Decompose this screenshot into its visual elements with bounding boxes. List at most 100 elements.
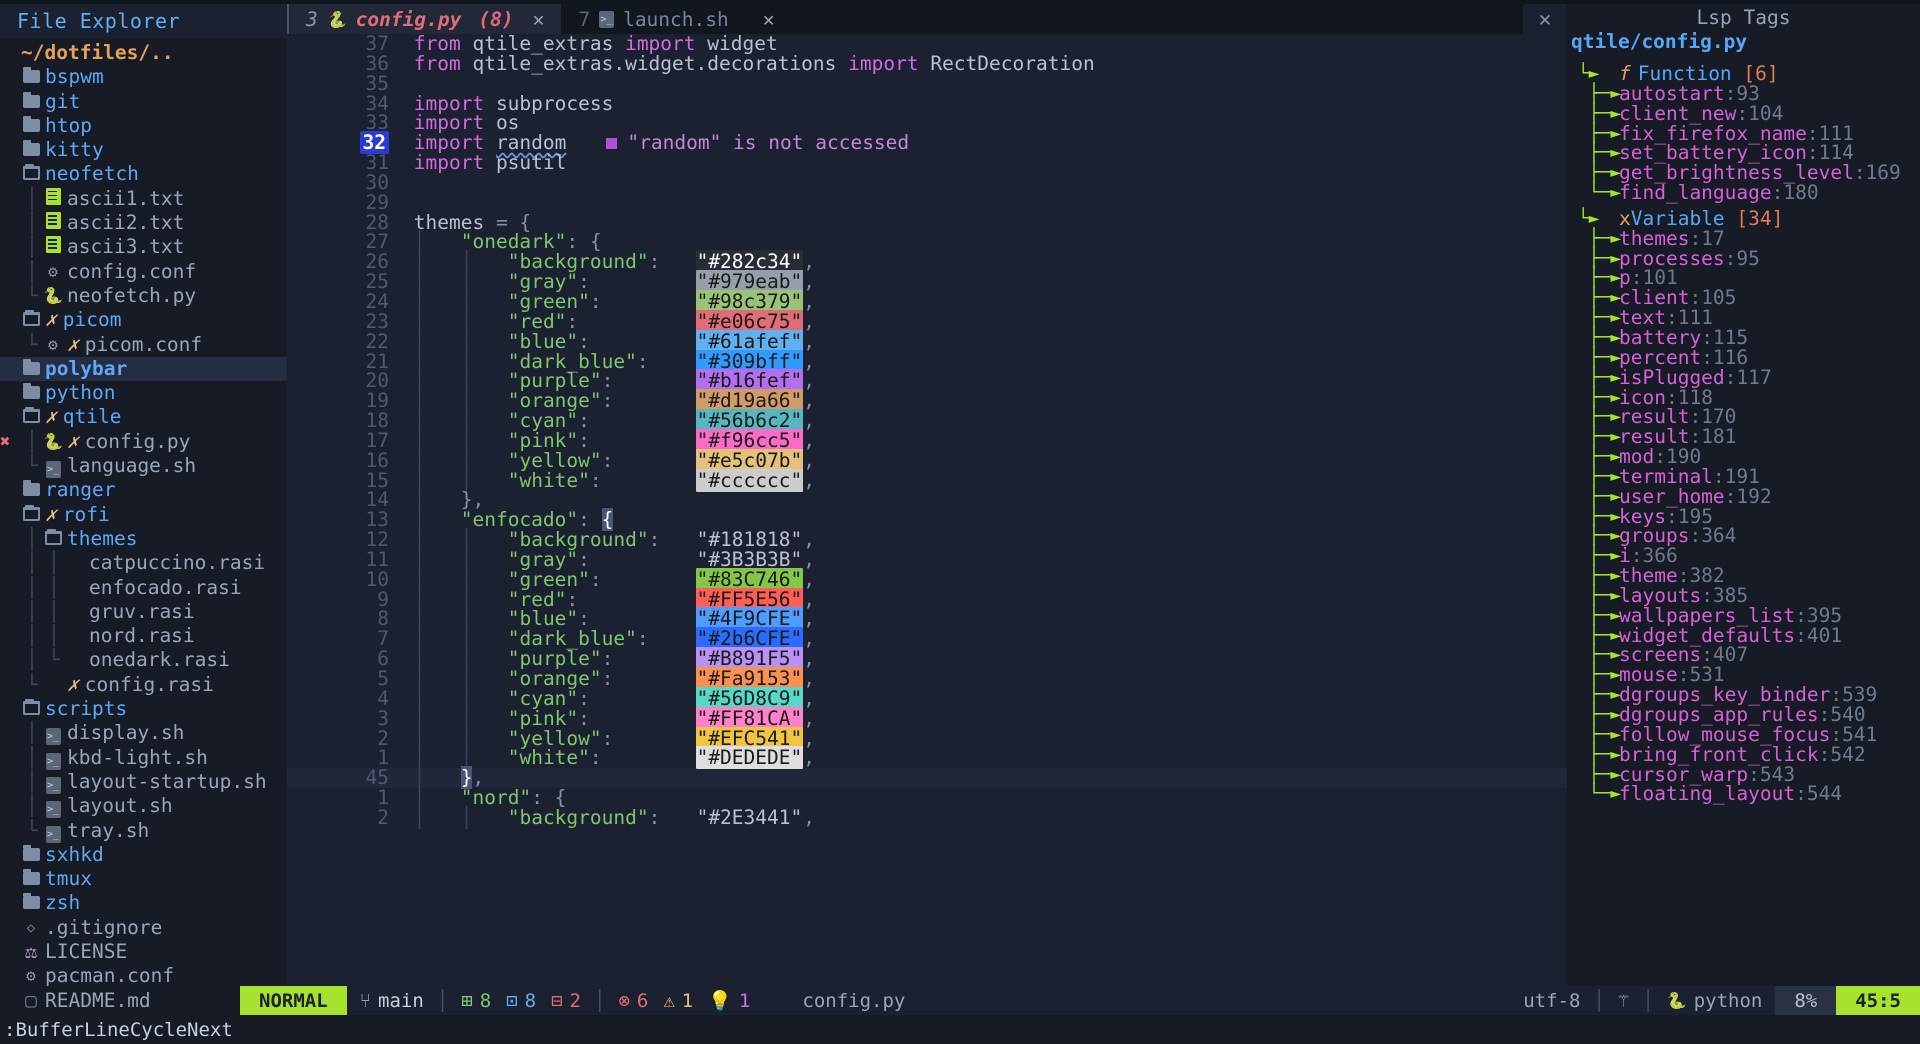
buffer-tab-launch-sh[interactable]: 7 >_ launch.sh ✕ [561,4,792,34]
lsp-symbol-dgroups_app_rules[interactable]: ├─► dgroups_app_rules:540 [1567,705,1920,725]
file-tree-item-label: tray.sh [67,818,150,842]
close-window-icon[interactable]: ✕ [1523,4,1567,34]
buffer-tab-close-icon[interactable]: ✕ [763,8,775,31]
file-tree-root[interactable]: ~/dotfiles/.. [0,41,287,65]
file-tree-item-display-sh[interactable]: │ >_ display.sh [0,721,287,746]
file-tree-item-license[interactable]: ⚖ LICENSE [0,940,287,964]
file-tree-item-label: qtile [62,405,122,429]
symbol-kind-icon: f [1619,62,1631,85]
file-tree-item-tmux[interactable]: tmux [0,867,287,891]
symbol-name: follow_mouse_focus [1619,722,1831,746]
tree-branch-icon: ├─► [1567,545,1622,567]
file-tree[interactable]: ~/dotfiles/.. bspwm git htop kitty neofetch │ a… [0,38,287,1013]
lsp-symbol-user_home[interactable]: ├─► user_home:192 [1567,486,1920,507]
code-line[interactable]: 30 [287,173,1567,193]
file-tree-item-zsh[interactable]: zsh [0,891,287,915]
lsp-symbol-find_language[interactable]: └─► find_language:180 [1567,183,1920,203]
file-tree-item-layout-startup-sh[interactable]: │ >_ layout-startup.sh [0,770,287,794]
file-tree-item-scripts[interactable]: scripts [0,697,287,721]
file-tree-item-gruv-rasi[interactable]: │ │ gruv.rasi [0,600,287,624]
file-tree-item-htop[interactable]: htop [0,114,287,138]
file-tree-item-rofi[interactable]: ✗ rofi [0,503,287,527]
file-tree-item-picom-conf[interactable]: └ ⚙ ✗ picom.conf [0,333,287,357]
file-tree-item-picom[interactable]: ✗ picom [0,308,287,332]
buffer-tabbar[interactable]: 3 🐍 config.py (8) ✕ 7 >_ launch.sh ✕ ✕ [287,4,1567,34]
lsp-symbol-client_new[interactable]: ├─► client_new:104 [1567,103,1920,124]
lsp-symbol-autostart[interactable]: ├─► autostart:93 [1567,81,1920,105]
file-tree-item-pacman-conf[interactable]: ⚙ pacman.conf [0,964,287,988]
file-tree-item-ascii1-txt[interactable]: │ ascii1.txt [0,187,287,211]
statusline-branch[interactable]: ⑂ main [347,986,437,1015]
symbol-line: :541 [1830,722,1878,746]
lsp-symbol-layouts[interactable]: ├─► layouts:385 [1567,586,1920,606]
buffer-tab-close-icon[interactable]: ✕ [533,8,545,31]
lsp-symbol-themes[interactable]: ├─► themes:17 [1567,228,1920,249]
code-line[interactable]: 36 from qtile_extras.widget.decorations … [287,53,1567,74]
file-tree-item-polybar[interactable]: polybar [0,356,287,382]
file-tree-item-config-rasi[interactable]: └ ✗ config.rasi [0,673,287,697]
symbol-line: :116 [1701,345,1749,369]
line-number: 17 [365,428,389,452]
lsp-group-header-variable[interactable]: └► x Variable [34] [1567,209,1920,229]
statusline-diagnostics: ⊗ 6 ⚠ 1 💡 1 [605,986,763,1015]
lsp-symbol-wallpapers_list[interactable]: ├─► wallpapers_list:395 [1567,605,1920,626]
lsp-symbol-floating_layout[interactable]: └─► floating_layout:544 [1567,784,1920,804]
file-tree-item-config-conf[interactable]: │ ⚙ config.conf [0,260,287,284]
symbol-line: :180 [1771,181,1819,205]
shell-icon: >_ [43,819,63,843]
file-tree-item-catpuccino-rasi[interactable]: │ │ catpuccino.rasi [0,551,287,575]
buffer-tab-config-py[interactable]: 3 🐍 config.py (8) ✕ [287,4,562,34]
file-tree-item-qtile[interactable]: ✗ qtile [0,405,287,429]
lsp-symbol-bring_front_click[interactable]: ├─► bring_front_click:542 [1567,744,1920,765]
lsp-symbol-isPlugged[interactable]: ├─► isPlugged:117 [1567,367,1920,388]
file-tree-item-config-py[interactable]: ✖ │ 🐍 ✗ config.py [0,430,287,454]
file-tree-item--gitignore[interactable]: ◇ .gitignore [0,916,287,940]
file-tree-item-layout-sh[interactable]: │ >_ layout.sh [0,794,287,819]
file-tree-item-ascii2-txt[interactable]: │ ascii2.txt [0,211,287,235]
lsp-group-header-function[interactable]: └► f Function [6] [1567,64,1920,84]
statusline-lsp[interactable]: ⚚ [1605,986,1642,1015]
file-tree-item-python[interactable]: python [0,381,287,405]
file-tree-item-tray-sh[interactable]: └ >_ tray.sh [0,819,287,843]
file-tree-item-nord-rasi[interactable]: │ │ nord.rasi [0,624,287,648]
folder-closed-icon [21,381,41,405]
file-tree-item-bspwm[interactable]: bspwm [0,65,287,89]
lsp-symbol-text[interactable]: ├─► text:111 [1567,308,1920,328]
file-tree-item-enfocado-rasi[interactable]: │ │ enfocado.rasi [0,576,287,600]
symbol-line: :385 [1701,583,1749,607]
file-tree-item-kitty[interactable]: kitty [0,138,287,162]
code-content: import psutil [402,153,567,173]
lsp-symbol-tree[interactable]: └► f Function [6] ├─► autostart:93 ├─► clien… [1567,58,1920,804]
modified-marker: ✗ [67,672,79,696]
code-editor[interactable]: 37 from qtile_extras import widget 36 fro… [287,34,1567,986]
lsp-symbol-follow_mouse_focus[interactable]: ├─► follow_mouse_focus:541 [1567,722,1920,746]
lsp-symbol-percent[interactable]: ├─► percent:116 [1567,345,1920,369]
file-tree-item-label: onedark.rasi [89,648,230,672]
modified-marker: ✗ [67,332,79,356]
file-tree-item-label: ascii1.txt [67,186,185,210]
file-tree-item-ascii3-txt[interactable]: │ ascii3.txt [0,235,287,259]
diag-error-count: 6 [636,989,649,1012]
lsp-symbol-mod[interactable]: ├─► mod:190 [1567,447,1920,467]
file-tree-item-neofetch[interactable]: neofetch [0,162,287,186]
code-line[interactable]: 2 │ │ "background": "#2E3441", [287,805,1567,829]
file-tree-item-onedark-rasi[interactable]: │ └ onedark.rasi [0,648,287,672]
file-tree-item-readme-md[interactable]: ▢ README.md [0,989,287,1013]
code-line[interactable]: 31 import psutil [287,153,1567,173]
file-tree-item-kbd-light-sh[interactable]: │ >_ kbd-light.sh [0,746,287,770]
code-content: from qtile_extras.widget.decorations imp… [402,53,1095,74]
file-tree-item-git[interactable]: git [0,90,287,114]
symbol-line: :93 [1724,81,1760,105]
lsp-symbol-battery[interactable]: ├─► battery:115 [1567,328,1920,348]
lsp-symbol-theme[interactable]: ├─► theme:382 [1567,566,1920,586]
tree-branch-icon: ├─► [1567,267,1622,289]
file-tree-item-sxhkd[interactable]: sxhkd [0,843,287,867]
symbol-line: :95 [1724,246,1760,270]
file-tree-item-language-sh[interactable]: └ >_ language.sh [0,454,287,479]
command-line[interactable]: :BufferLineCycleNext [0,1015,1920,1044]
file-tree-item-neofetch-py[interactable]: └ 🐍 neofetch.py [0,284,287,308]
file-tree-item-themes[interactable]: │ themes [0,527,287,551]
file-tree-item-ranger[interactable]: ranger [0,478,287,502]
folder-open-icon [21,162,41,186]
lsp-symbol-terminal[interactable]: ├─► terminal:191 [1567,467,1920,487]
